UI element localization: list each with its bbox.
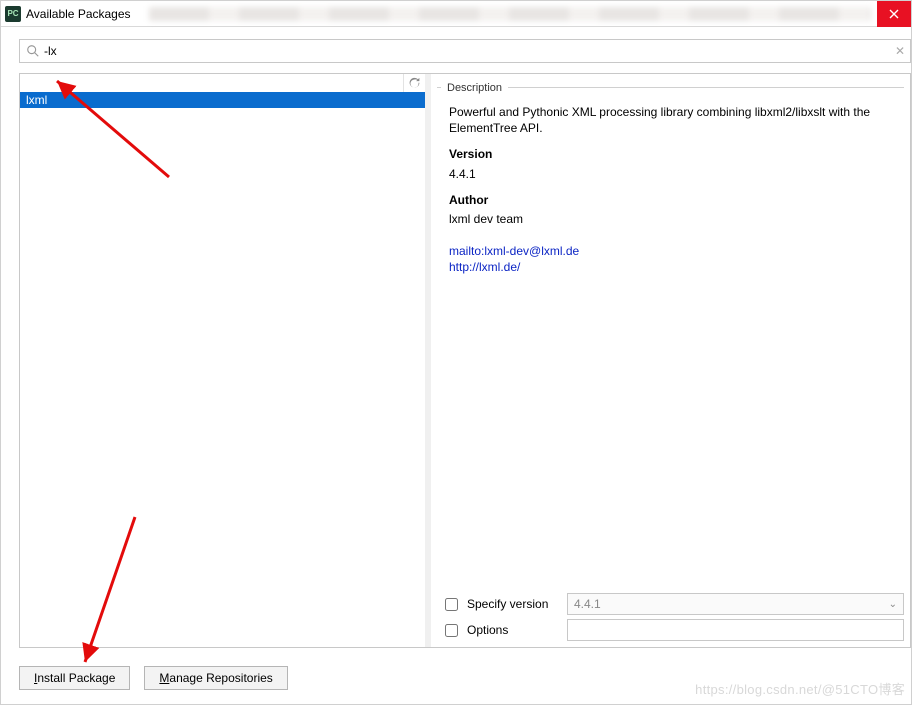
- package-list[interactable]: lxml: [20, 92, 425, 647]
- package-summary: Powerful and Pythonic XML processing lib…: [449, 104, 896, 136]
- version-combo[interactable]: 4.4.1 ⌄: [567, 593, 904, 615]
- details-panel: Description Powerful and Pythonic XML pr…: [431, 73, 911, 648]
- specify-version-checkbox-input[interactable]: [445, 598, 458, 611]
- search-field[interactable]: ✕: [19, 39, 911, 63]
- version-label: Version: [449, 146, 896, 162]
- install-package-button[interactable]: Install Package: [19, 666, 130, 690]
- version-combo-value: 4.4.1: [574, 597, 601, 611]
- options-checkbox-input[interactable]: [445, 624, 458, 637]
- options-checkbox[interactable]: Options: [441, 621, 559, 640]
- search-icon: [26, 44, 40, 58]
- obscured-title-area: [149, 7, 871, 21]
- available-packages-dialog: PC Available Packages ✕ lxml: [0, 0, 912, 705]
- manage-repositories-button[interactable]: Manage Repositories: [144, 666, 287, 690]
- author-label: Author: [449, 192, 896, 208]
- watermark: https://blog.csdn.net/@51CTO博客: [695, 679, 905, 698]
- reload-button[interactable]: [403, 74, 425, 92]
- pycharm-app-icon: PC: [5, 6, 21, 22]
- chevron-down-icon: ⌄: [889, 599, 897, 610]
- reload-icon: [408, 77, 421, 90]
- package-list-panel: lxml: [19, 73, 425, 648]
- window-title: Available Packages: [26, 7, 131, 21]
- author-value: lxml dev team: [449, 211, 896, 227]
- package-link[interactable]: http://lxml.de/: [449, 259, 896, 275]
- package-link[interactable]: mailto:lxml-dev@lxml.de: [449, 243, 896, 259]
- close-button[interactable]: [877, 1, 911, 27]
- specify-version-label: Specify version: [467, 597, 548, 611]
- specify-version-checkbox[interactable]: Specify version: [441, 595, 559, 614]
- options-label: Options: [467, 623, 508, 637]
- options-input[interactable]: [567, 619, 904, 641]
- titlebar: PC Available Packages: [1, 1, 911, 27]
- clear-search-button[interactable]: ✕: [890, 44, 910, 58]
- close-icon: [889, 9, 899, 19]
- version-value: 4.4.1: [449, 166, 896, 182]
- search-input[interactable]: [44, 40, 890, 62]
- description-heading: Description: [437, 80, 904, 94]
- package-list-item[interactable]: lxml: [20, 92, 425, 108]
